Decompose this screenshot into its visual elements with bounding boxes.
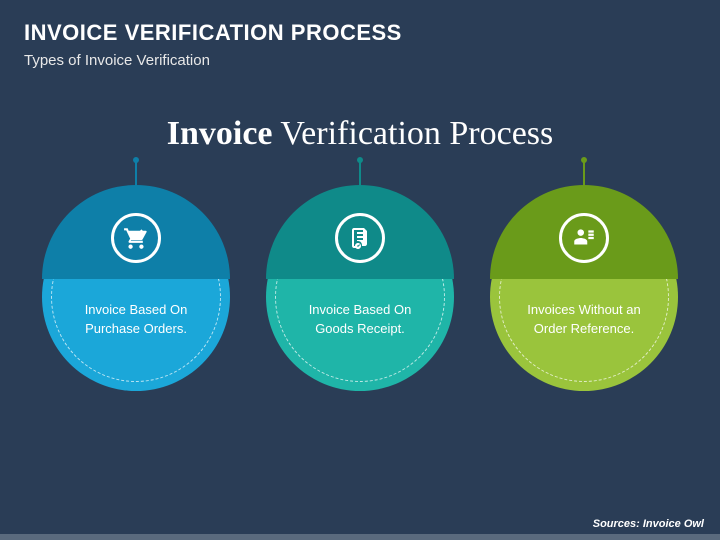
main-title: Invoice Verification Process [0,115,720,153]
circle-label: Invoices Without an Order Reference. [490,301,678,339]
receipt-check-icon [335,213,385,263]
circle-label: Invoice Based On Purchase Orders. [42,301,230,339]
bottom-bar [0,534,720,540]
circle-no-reference: Invoices Without an Order Reference. [490,203,678,391]
header: INVOICE VERIFICATION PROCESS Types of In… [0,0,720,77]
circle-row: Invoice Based On Purchase Orders. Invoic… [0,203,720,391]
main-title-rest: Verification Process [273,115,554,152]
person-doc-icon [559,213,609,263]
circle-label: Invoice Based On Goods Receipt. [266,301,454,339]
page-title: INVOICE VERIFICATION PROCESS [24,20,696,46]
circle-purchase-orders: Invoice Based On Purchase Orders. [42,203,230,391]
circle-cap [490,185,678,279]
page-subtitle: Types of Invoice Verification [24,52,696,69]
circle-goods-receipt: Invoice Based On Goods Receipt. [266,203,454,391]
circle-cap [266,185,454,279]
source-credit: Sources: Invoice Owl [593,518,704,530]
cart-check-icon [111,213,161,263]
circle-cap [42,185,230,279]
main-title-bold: Invoice [167,115,273,152]
